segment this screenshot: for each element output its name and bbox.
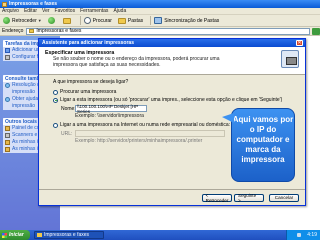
url-label: URL: <box>61 130 73 137</box>
radio-browse[interactable] <box>53 89 58 95</box>
menu-item-ver[interactable]: Ver <box>42 8 50 14</box>
sync-button[interactable]: Sincronização de Pastas <box>153 16 220 25</box>
next-button[interactable]: Seguinte > <box>234 193 264 203</box>
taskbar-item-printers[interactable]: Impressoras e faxes <box>34 231 104 239</box>
name-label: Nome: <box>61 105 76 112</box>
option-label: Ligar a esta impressora (ou só 'procurar… <box>60 97 283 103</box>
folders-icon <box>117 17 126 24</box>
search-label: Procurar <box>92 17 112 24</box>
dialog-titlebar: Assistente para adicionar impressoras <box>39 39 305 47</box>
radio-internet[interactable] <box>53 122 58 128</box>
windows-logo-icon <box>2 232 7 238</box>
menu-item-arquivo[interactable]: Arquivo <box>2 8 19 14</box>
wizard-footer: < Retroceder Seguinte > Cancelar <box>39 189 305 205</box>
url-input[interactable] <box>75 130 225 137</box>
sync-label: Sincronização de Pastas <box>164 17 220 24</box>
address-input[interactable]: Impressoras e faxes <box>26 27 311 35</box>
printer-folder-icon <box>37 233 42 237</box>
help-icon <box>5 83 10 88</box>
task-label: Impressoras e faxes <box>44 232 90 238</box>
toolbar-separator <box>79 16 81 25</box>
pane-item-label: impressão <box>12 103 36 109</box>
address-value: Impressoras e faxes <box>36 28 82 34</box>
toolbar: Retroceder ▼ Procurar Pastas Sincronizaç… <box>0 15 320 27</box>
forward-button[interactable] <box>47 16 58 25</box>
search-button[interactable]: Procurar <box>83 16 113 25</box>
menu-bar: Arquivo Editar Ver Favoritos Ferramentas… <box>0 8 320 15</box>
printer-wizard-icon <box>281 50 299 68</box>
radio-connect[interactable] <box>53 97 58 103</box>
menu-item-editar[interactable]: Editar <box>24 8 37 14</box>
toolbar-separator <box>150 16 152 25</box>
back-button[interactable]: Retroceder ▼ <box>2 16 43 25</box>
menu-item-ajuda[interactable]: Ajuda <box>113 8 126 14</box>
folder-icon <box>5 147 10 152</box>
wizard-step-description: Se não souber o nome ou o endereço da im… <box>53 56 220 68</box>
system-tray: 4:19 <box>286 230 320 240</box>
wizard-header: Especificar uma impressora Se não souber… <box>39 47 305 75</box>
wizard-question: A que impressora se deseja ligar? <box>53 79 129 85</box>
back-arrow-icon <box>3 17 10 24</box>
folders-button[interactable]: Pastas <box>117 16 144 25</box>
help-icon <box>5 97 10 102</box>
up-button[interactable] <box>62 16 74 25</box>
taskbar: Iniciar Impressoras e faxes 4:19 <box>0 230 320 240</box>
window-titlebar: Impressoras e faxes <box>0 0 320 8</box>
sync-icon <box>154 17 163 24</box>
folders-label: Pastas <box>127 17 144 24</box>
start-button[interactable]: Iniciar <box>0 230 30 240</box>
chevron-down-icon: ▼ <box>37 18 42 23</box>
tray-icon[interactable] <box>297 233 302 237</box>
window-title: Impressoras e faxes <box>9 1 58 7</box>
printer-folder-icon <box>2 1 7 7</box>
pane-item-label: impressão <box>12 89 36 95</box>
fax-icon <box>5 55 10 60</box>
scanner-icon <box>5 133 10 138</box>
search-icon <box>83 17 91 24</box>
dialog-title: Assistente para adicionar impressoras <box>42 40 134 46</box>
cancel-button[interactable]: Cancelar <box>269 193 299 202</box>
option-label: Ligar a uma impressora na Internet ou nu… <box>60 122 231 128</box>
close-icon[interactable]: ✕ <box>296 40 303 46</box>
option-connect-to-printer[interactable]: Ligar a esta impressora (ou só 'procurar… <box>53 97 305 103</box>
printer-name-value: \\100.100.100\HP Deskjet [HP Series <box>77 103 139 114</box>
printer-folder-icon <box>29 29 35 33</box>
forward-arrow-icon <box>47 17 55 24</box>
menu-item-ferramentas[interactable]: Ferramentas <box>80 8 108 14</box>
option-label: Procurar uma impressora <box>60 89 117 95</box>
address-label: Endereço <box>2 28 24 34</box>
address-bar: Endereço Impressoras e faxes <box>0 27 320 36</box>
folder-icon <box>5 140 10 145</box>
menu-item-favoritos[interactable]: Favoritos <box>55 8 76 14</box>
annotation-callout: Aqui vamos por o IP do computador e marc… <box>222 108 295 182</box>
add-printer-icon <box>5 48 10 53</box>
go-button[interactable] <box>312 27 320 35</box>
printer-name-input[interactable]: \\100.100.100\HP Deskjet [HP Series <box>75 103 147 114</box>
back-label: Retroceder <box>12 17 37 24</box>
option-browse-printer[interactable]: Procurar uma impressora <box>53 89 305 95</box>
control-panel-icon <box>5 126 10 131</box>
start-label: Iniciar <box>9 232 24 238</box>
back-wizard-button[interactable]: < Retroceder <box>202 193 232 203</box>
clock: 4:19 <box>307 232 317 238</box>
folder-up-icon <box>62 17 71 24</box>
